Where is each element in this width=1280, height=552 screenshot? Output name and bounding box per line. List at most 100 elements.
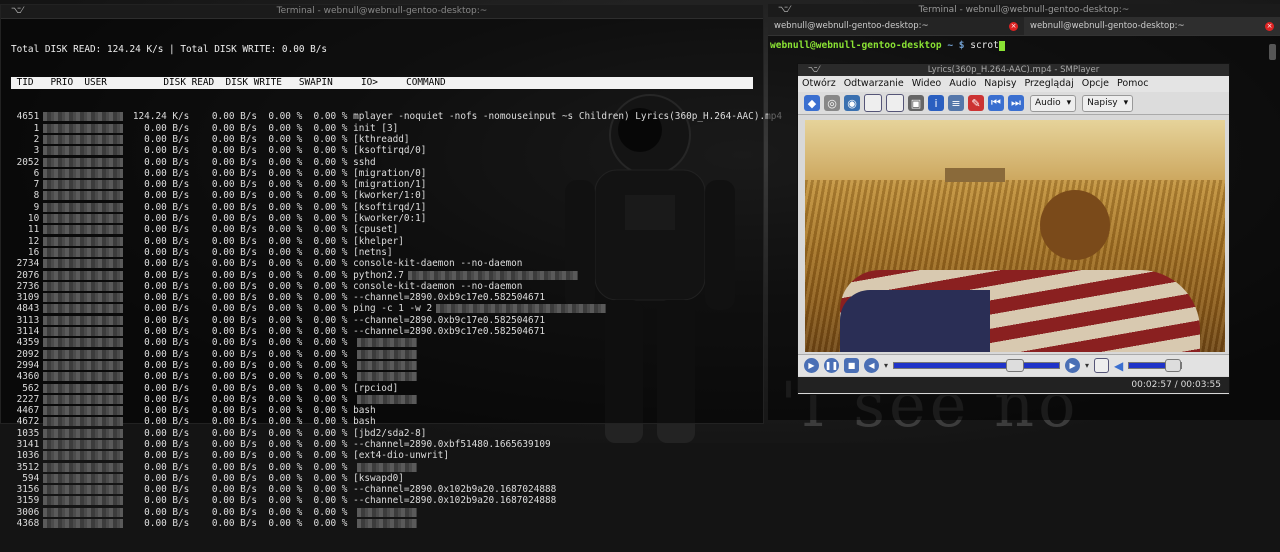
video-frame[interactable] [805,120,1225,352]
volume-slider[interactable] [1128,359,1183,372]
command-cell: [kworker/1:0] [353,190,427,202]
iotop-column-header[interactable]: TID PRIO USER DISK READ DISK WRITE SWAPI… [11,77,753,89]
io-cell: 0.00 % [307,190,348,202]
command-cell: bash [353,416,376,428]
redacted-user [43,225,124,235]
command-cell: --channel=2890.0xb9c17e0.582504671 [353,314,545,326]
tid-cell: 2052 [11,156,40,168]
chevron-down-icon[interactable]: ▾ [884,361,888,370]
fullscreen-icon[interactable] [886,94,904,112]
screenshot-icon[interactable]: ▣ [908,95,924,111]
close-tab-icon[interactable]: × [1009,21,1018,31]
speaker-icon[interactable]: ◀ [1114,359,1123,373]
swapin-cell: 0.00 % [262,122,303,134]
smplayer-window[interactable]: ⌥⁄ Lyrics(360p_H.264-AAC).mp4 - SMPlayer… [797,63,1230,395]
stop-icon[interactable]: ■ [844,358,859,373]
iotop-summary: Total DISK READ: 124.24 K/s | Total DISK… [11,43,328,55]
redacted-args [357,507,418,517]
command-cell: [rpciod] [353,382,399,394]
redacted-user [43,417,124,427]
redacted-user [43,507,124,517]
tid-cell: 4651 [11,111,40,123]
io-cell: 0.00 % [307,111,348,123]
io-cell: 0.00 % [307,213,348,225]
smplayer-title: Lyrics(360p_H.264-AAC).mp4 - SMPlayer [927,65,1100,75]
terminal-tab-label: webnull@webnull-gentoo-desktop:~ [774,21,929,31]
io-cell: 0.00 % [307,167,348,179]
disk-read-cell: 0.00 B/s [127,405,190,417]
menu-open[interactable]: Otwórz [802,76,836,92]
fullscreen-icon[interactable] [1094,358,1110,373]
disk-read-cell: 0.00 B/s [127,461,190,473]
tid-cell: 6 [11,167,40,179]
menu-playback[interactable]: Odtwarzanie [844,76,904,92]
rewind-icon[interactable]: ◀ [864,358,879,373]
pause-icon[interactable]: ❚❚ [824,358,839,373]
menu-audio[interactable]: Audio [949,76,976,92]
redacted-user [43,123,124,133]
tid-cell: 3141 [11,438,40,450]
open-url-icon[interactable]: ◉ [844,95,860,111]
typed-command: scrot [970,40,999,51]
preferences-icon[interactable]: ✎ [968,95,984,111]
close-tab-icon[interactable]: × [1265,21,1274,31]
process-row: 3114 0.00 B/s 0.00 B/s 0.00 % 0.00 % --c… [11,326,763,337]
process-row: 4467 0.00 B/s 0.00 B/s 0.00 % 0.00 % bas… [11,405,763,416]
io-cell: 0.00 % [307,258,348,270]
menu-options[interactable]: Opcje [1082,76,1109,92]
chevron-down-icon[interactable]: ▾ [1085,361,1089,370]
io-cell: 0.00 % [307,416,348,428]
smplayer-titlebar[interactable]: ⌥⁄ Lyrics(360p_H.264-AAC).mp4 - SMPlayer [798,64,1229,76]
window-menu-icon[interactable]: ⌥⁄ [808,64,819,76]
redacted-args [357,519,418,529]
volume-handle[interactable] [1165,359,1182,372]
command-cell: --channel=2890.0x102b9a20.1687024888 [353,495,557,507]
previous-icon[interactable]: ⏮ [988,95,1004,111]
menu-subtitles[interactable]: Napisy [984,76,1016,92]
iotop-terminal-window[interactable]: ⌥⁄ Terminal - webnull@webnull-gentoo-des… [0,4,782,529]
redacted-user [43,496,124,506]
tid-cell: 2734 [11,258,40,270]
open-disc-icon[interactable]: ◎ [824,95,840,111]
open-file-icon[interactable]: ◆ [804,95,820,111]
command-cell: init [3] [353,122,399,134]
window-menu-icon[interactable]: ⌥⁄ [11,5,23,18]
terminal-scrollbar[interactable] [1269,44,1276,60]
process-row: 2052 0.00 B/s 0.00 B/s 0.00 % 0.00 % ssh… [11,157,763,168]
process-row: 3159 0.00 B/s 0.00 B/s 0.00 % 0.00 % --c… [11,495,763,506]
seek-handle[interactable] [1005,359,1024,372]
tid-cell: 1036 [11,450,40,462]
redacted-user [43,372,124,382]
tid-cell: 4467 [11,405,40,417]
forward-icon[interactable]: ▶ [1065,358,1081,373]
terminal-tab[interactable]: webnull@webnull-gentoo-desktop:~ × [1024,17,1280,35]
playlist-icon[interactable]: ≡ [948,95,964,111]
prompt-user: webnull@webnull-gentoo-desktop [770,40,942,51]
command-cell: [ext4-dio-unwrit] [353,450,450,462]
process-row: 3141 0.00 B/s 0.00 B/s 0.00 % 0.00 % --c… [11,439,763,450]
disk-write-cell: 0.00 B/s [200,235,258,247]
disk-read-cell: 0.00 B/s [127,518,190,530]
compact-mode-icon[interactable] [864,94,882,112]
audio-track-select[interactable]: Audio ▾ [1030,94,1077,112]
next-icon[interactable]: ⏭ [1008,95,1024,111]
window-menu-icon[interactable]: ⌥⁄ [778,4,790,17]
shell-prompt-line[interactable]: webnull@webnull-gentoo-desktop ~ $ scrot [768,36,1280,51]
menu-help[interactable]: Pomoc [1117,76,1149,92]
left-terminal-titlebar[interactable]: ⌥⁄ Terminal - webnull@webnull-gentoo-des… [1,5,763,19]
swapin-cell: 0.00 % [262,156,303,168]
disk-read-cell: 0.00 B/s [127,224,190,236]
play-icon[interactable]: ▶ [804,358,819,373]
status-bar: 00:02:57 / 00:03:55 [798,377,1229,393]
subtitle-track-select[interactable]: Napisy ▾ [1082,94,1134,112]
seek-slider[interactable] [893,359,1061,372]
menu-video[interactable]: Wideo [912,76,942,92]
info-icon[interactable]: i [928,95,944,111]
tid-cell: 4672 [11,416,40,428]
disk-read-cell: 0.00 B/s [127,156,190,168]
swapin-cell: 0.00 % [262,416,303,428]
disk-write-cell: 0.00 B/s [200,314,258,326]
terminal-tab[interactable]: webnull@webnull-gentoo-desktop:~ × [768,17,1024,35]
right-terminal-titlebar[interactable]: ⌥⁄ Terminal - webnull@webnull-gentoo-des… [768,4,1280,17]
menu-browse[interactable]: Przeglądaj [1024,76,1073,92]
